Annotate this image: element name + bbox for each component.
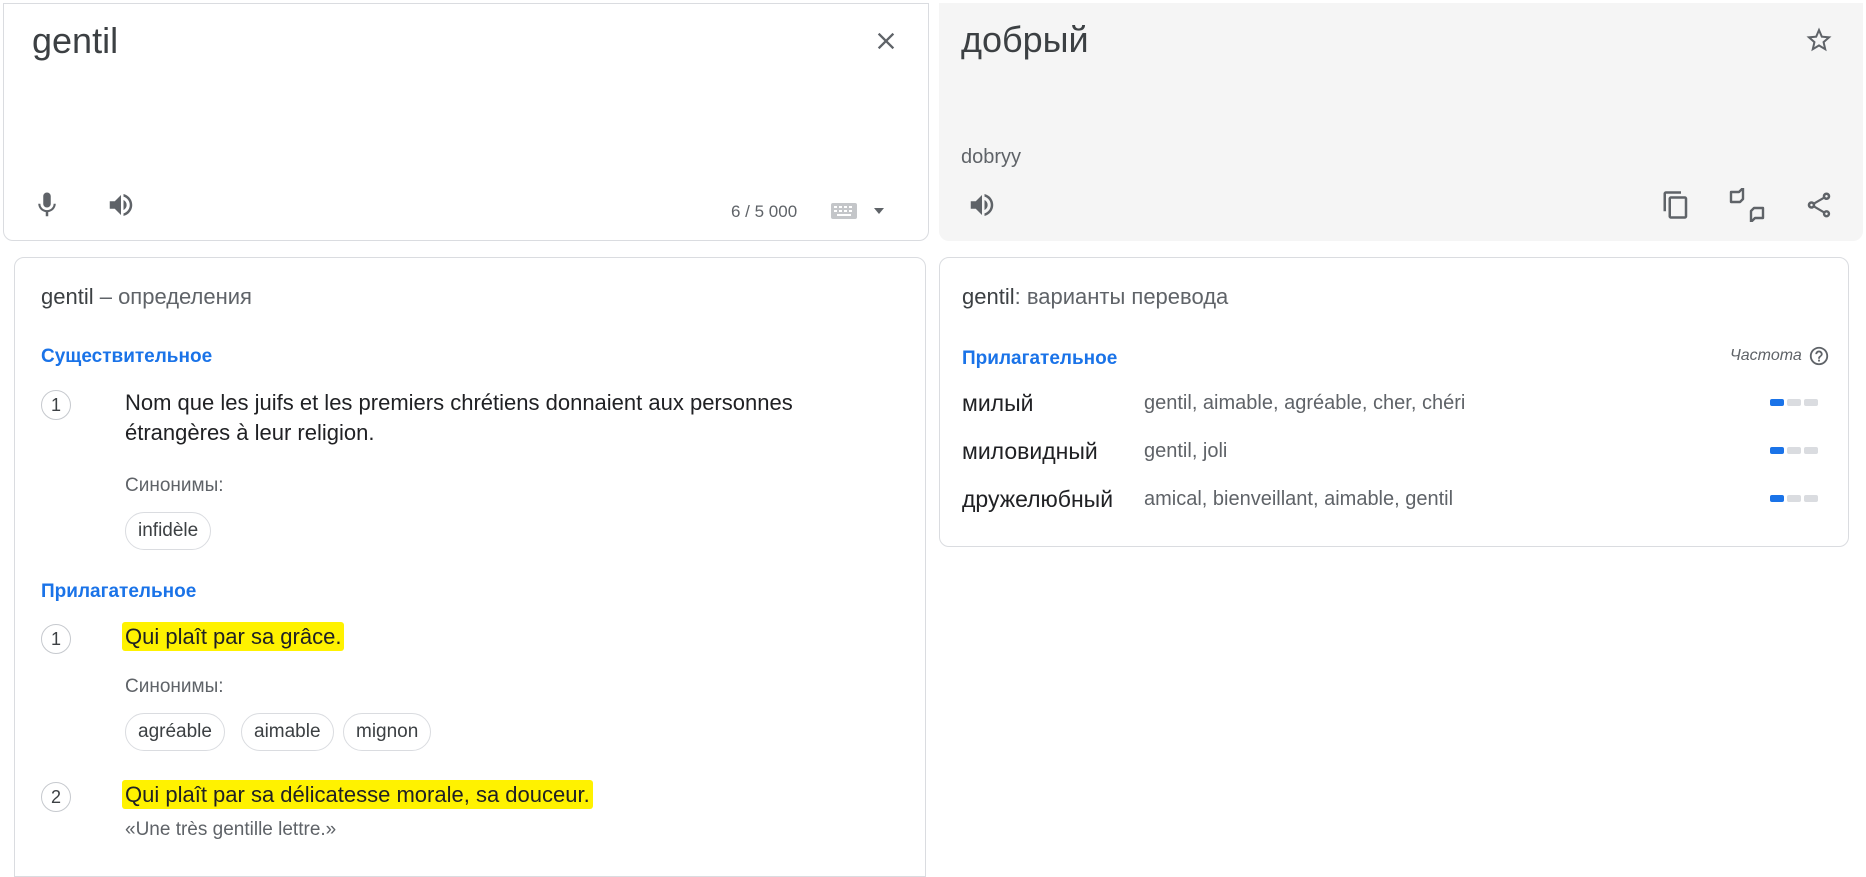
listen-source-button[interactable] [97, 181, 145, 229]
definitions-heading-suffix: – определения [99, 284, 252, 309]
target-panel: добрый dobryy [939, 3, 1863, 241]
frequency-segment [1787, 399, 1801, 406]
source-panel: gentil 6 / 5 000 [3, 3, 929, 241]
source-text-input[interactable]: gentil [32, 20, 118, 62]
rate-translation-button[interactable] [1723, 181, 1771, 229]
frequency-header: Частота [1730, 345, 1830, 367]
synonyms-label: Синонимы: [125, 676, 224, 697]
frequency-bar [1770, 399, 1818, 406]
translations-word: gentil [962, 284, 1015, 309]
share-icon [1807, 192, 1831, 218]
voice-input-button[interactable] [23, 181, 71, 229]
character-counter: 6 / 5 000 [731, 202, 798, 221]
frequency-segment [1804, 447, 1818, 454]
frequency-segment [1770, 495, 1784, 502]
synonym-chip[interactable]: aimable [241, 713, 334, 751]
definition-text-highlighted: Qui plaît par sa délicatesse morale, sa … [122, 780, 593, 809]
close-icon [877, 32, 895, 50]
frequency-bar [1770, 447, 1818, 454]
definition-text: Qui plaît par sa grâce. [122, 622, 345, 652]
frequency-segment [1804, 399, 1818, 406]
definitions-word: gentil [41, 284, 94, 309]
frequency-segment [1787, 447, 1801, 454]
definition-number: 1 [41, 624, 71, 654]
copy-translation-button[interactable] [1652, 181, 1700, 229]
arrow-drop-down-icon [874, 208, 884, 214]
definition-number: 2 [41, 782, 71, 812]
noun-label: Существительное [41, 346, 213, 367]
star-outline-icon [1806, 27, 1832, 52]
frequency-segment [1787, 495, 1801, 502]
input-tools-button[interactable] [830, 200, 886, 222]
keyboard-icon [831, 203, 857, 219]
translation-word[interactable]: миловидный [962, 438, 1098, 465]
copy-icon [1663, 191, 1688, 219]
frequency-label: Частота [1730, 347, 1802, 364]
share-translation-button[interactable] [1795, 181, 1843, 229]
thumbs-up-down-icon [1729, 188, 1765, 222]
frequency-segment [1804, 495, 1818, 502]
definitions-heading: gentil – определения [41, 284, 252, 310]
frequency-segment [1770, 399, 1784, 406]
clear-source-button[interactable] [862, 17, 910, 65]
back-translations: gentil, joli [1144, 440, 1228, 462]
translation-text: добрый [961, 19, 1089, 60]
definition-example: «Une très gentille lettre.» [125, 819, 337, 840]
translation-word[interactable]: милый [962, 390, 1033, 417]
frequency-segment [1770, 447, 1784, 454]
definition-number: 1 [41, 390, 71, 420]
translations-pos-label: Прилагательное [962, 348, 1118, 369]
definition-text-highlighted: Qui plaît par sa grâce. [122, 622, 345, 651]
synonyms-label: Синонимы: [125, 475, 224, 496]
save-translation-button[interactable] [1795, 16, 1843, 64]
frequency-bar [1770, 495, 1818, 502]
definitions-card: gentil – определения Существительное 1 N… [14, 257, 926, 877]
back-translations: amical, bienveillant, aimable, gentil [1144, 488, 1454, 510]
microphone-icon [38, 192, 56, 217]
definition-text: Qui plaît par sa délicatesse morale, sa … [122, 780, 593, 810]
adjective-label: Прилагательное [41, 581, 197, 602]
translations-card: gentil: варианты перевода Прилагательное… [939, 257, 1849, 547]
speaker-icon [109, 194, 133, 216]
translations-heading-suffix: : варианты перевода [1014, 284, 1229, 309]
translation-word[interactable]: дружелюбный [962, 486, 1113, 513]
transliteration: dobryy [961, 146, 1022, 168]
back-translations: gentil, aimable, agréable, cher, chéri [1144, 392, 1466, 414]
listen-translation-button[interactable] [958, 181, 1006, 229]
help-circle-icon[interactable] [1808, 345, 1830, 367]
synonym-chip[interactable]: mignon [343, 713, 432, 751]
synonym-chip[interactable]: infidèle [125, 512, 212, 550]
speaker-icon [970, 194, 994, 216]
synonym-chip[interactable]: agréable [125, 713, 225, 751]
translations-heading: gentil: варианты перевода [962, 284, 1228, 310]
definition-text: Nom que les juifs et les premiers chréti… [125, 390, 793, 445]
